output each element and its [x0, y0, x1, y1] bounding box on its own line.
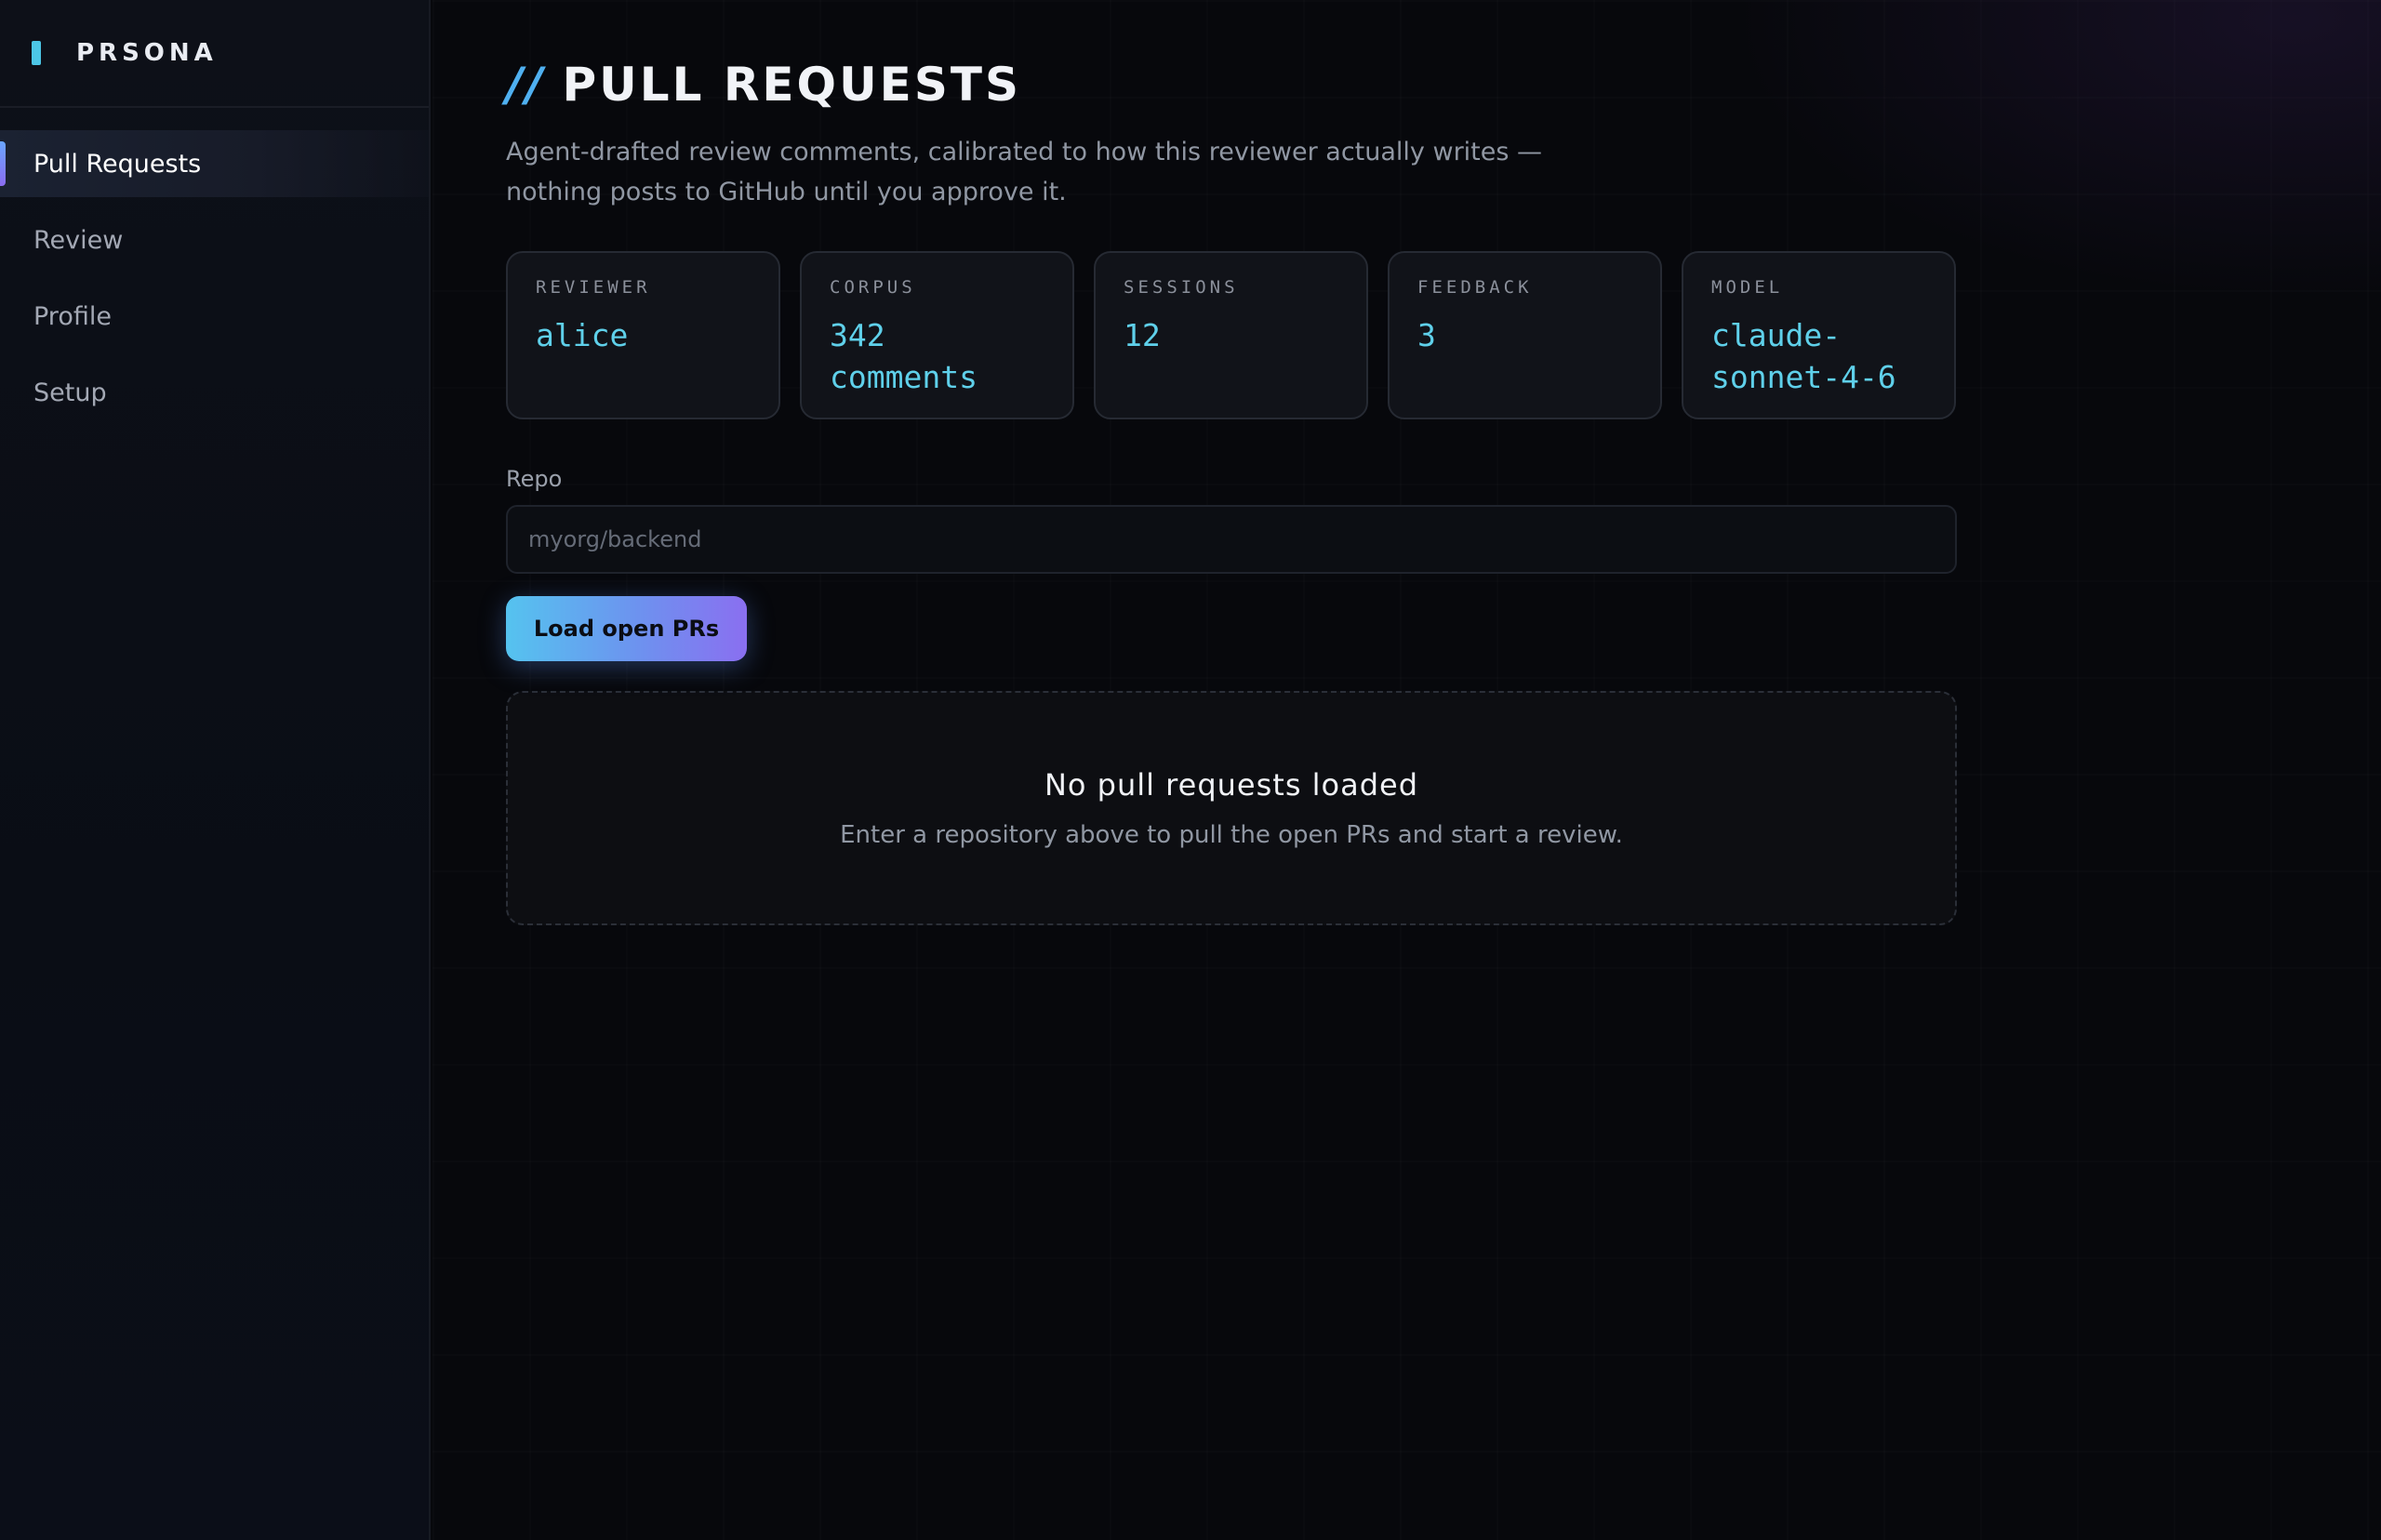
brand-logo-icon: [32, 41, 41, 65]
repo-input[interactable]: [506, 505, 1957, 574]
sidebar-item-review[interactable]: Review: [0, 206, 429, 273]
stat-card-sessions: SESSIONS 12: [1094, 251, 1368, 419]
sidebar-nav: Pull Requests Review Profile Setup: [0, 130, 429, 426]
empty-state-title: No pull requests loaded: [1044, 767, 1419, 803]
stats-row: REVIEWER alice CORPUS 342 comments SESSI…: [506, 251, 1957, 419]
empty-state-text: Enter a repository above to pull the ope…: [840, 821, 1623, 849]
sidebar-item-label: Setup: [33, 378, 107, 407]
sidebar-item-profile[interactable]: Profile: [0, 283, 429, 350]
brand: PRSONA: [0, 0, 429, 108]
stat-card-corpus: CORPUS 342 comments: [800, 251, 1074, 419]
page-subtitle: Agent-drafted review comments, calibrate…: [506, 138, 1543, 206]
stat-card-model: MODEL claude-sonnet-4-6: [1682, 251, 1956, 419]
title-prefix: //: [506, 58, 546, 112]
stat-value: 342 comments: [830, 317, 978, 395]
stat-label: FEEDBACK: [1417, 277, 1533, 298]
stat-value: 12: [1124, 317, 1161, 353]
stat-label: CORPUS: [830, 277, 916, 298]
stat-card-feedback: FEEDBACK 3: [1388, 251, 1662, 419]
load-open-prs-button[interactable]: Load open PRs: [506, 596, 747, 661]
main-content: // PULL REQUESTS Agent-drafted review co…: [506, 0, 1957, 925]
sidebar-item-label: Pull Requests: [33, 149, 202, 179]
sidebar: PRSONA Pull Requests Review Profile Setu…: [0, 0, 431, 1540]
app-window: PRSONA Pull Requests Review Profile Setu…: [0, 0, 2381, 1540]
empty-state: No pull requests loaded Enter a reposito…: [506, 691, 1957, 925]
sidebar-item-pull-requests[interactable]: Pull Requests: [0, 130, 429, 197]
repo-label: Repo: [506, 466, 563, 492]
page-title: // PULL REQUESTS: [506, 58, 1957, 112]
brand-name: PRSONA: [76, 39, 218, 67]
stat-value: claude-sonnet-4-6: [1711, 317, 1896, 395]
stat-label: SESSIONS: [1124, 277, 1239, 298]
stat-label: MODEL: [1711, 277, 1784, 298]
stat-value: 3: [1417, 317, 1436, 353]
sidebar-item-label: Review: [33, 225, 124, 255]
stat-label: REVIEWER: [536, 277, 651, 298]
stat-card-reviewer: REVIEWER alice: [506, 251, 780, 419]
main-panel: // PULL REQUESTS Agent-drafted review co…: [432, 0, 2381, 1540]
sidebar-item-setup[interactable]: Setup: [0, 359, 429, 426]
sidebar-item-label: Profile: [33, 301, 112, 331]
stat-value: alice: [536, 317, 629, 353]
page-title-text: PULL REQUESTS: [562, 58, 1021, 112]
